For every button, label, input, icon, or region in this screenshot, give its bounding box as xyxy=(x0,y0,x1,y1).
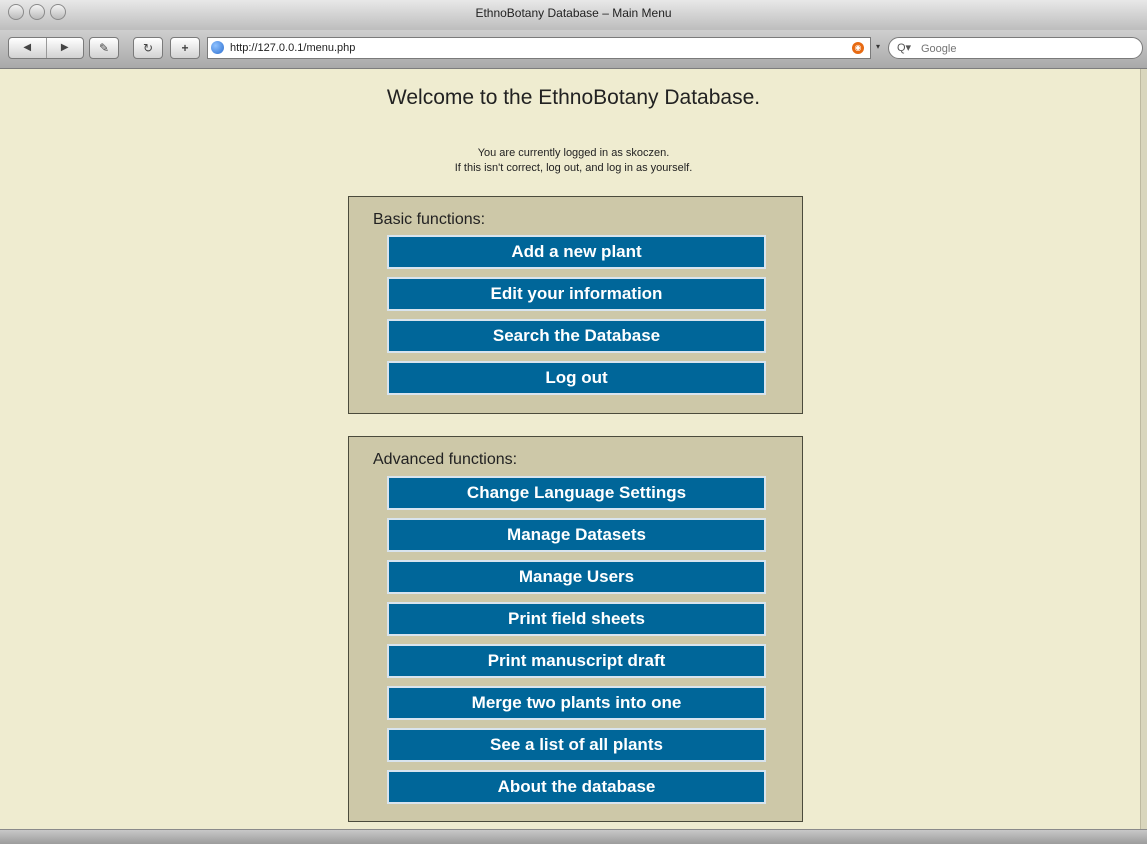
basic-functions-list: Add a new plant Edit your information Se… xyxy=(387,235,766,403)
search-box[interactable]: Q▾ xyxy=(888,37,1143,59)
logout-button[interactable]: Log out xyxy=(387,361,766,395)
language-settings-button[interactable]: Change Language Settings xyxy=(387,476,766,510)
print-manuscript-button[interactable]: Print manuscript draft xyxy=(387,644,766,678)
login-status: You are currently logged in as skoczen. … xyxy=(0,146,1147,176)
edit-info-button[interactable]: Edit your information xyxy=(387,277,766,311)
about-database-button[interactable]: About the database xyxy=(387,770,766,804)
basic-functions-label: Basic functions: xyxy=(373,211,486,228)
edit-bookmark-icon[interactable]: ✎ xyxy=(89,37,119,59)
advanced-functions-label: Advanced functions: xyxy=(373,451,518,468)
window-titlebar: EthnoBotany Database – Main Menu xyxy=(0,0,1147,31)
forward-arrow-icon[interactable]: ▶ xyxy=(47,38,84,58)
merge-plants-button[interactable]: Merge two plants into one xyxy=(387,686,766,720)
back-forward-buttons: ◀ ▶ xyxy=(8,37,84,59)
page-title: Welcome to the EthnoBotany Database. xyxy=(386,86,761,109)
window-title: EthnoBotany Database – Main Menu xyxy=(475,6,672,20)
add-plant-button[interactable]: Add a new plant xyxy=(387,235,766,269)
login-hint-line: If this isn't correct, log out, and log … xyxy=(454,162,693,174)
advanced-functions-list: Change Language Settings Manage Datasets… xyxy=(387,476,766,812)
window-bottom-bar xyxy=(0,829,1147,844)
list-all-plants-button[interactable]: See a list of all plants xyxy=(387,728,766,762)
manage-users-button[interactable]: Manage Users xyxy=(387,560,766,594)
globe-icon xyxy=(211,41,224,54)
search-input[interactable] xyxy=(919,40,1123,57)
advanced-functions-panel: Advanced functions: Change Language Sett… xyxy=(348,436,803,822)
back-arrow-icon[interactable]: ◀ xyxy=(9,38,47,58)
manage-datasets-button[interactable]: Manage Datasets xyxy=(387,518,766,552)
url-text[interactable]: http://127.0.0.1/menu.php xyxy=(230,38,355,58)
scrollbar[interactable] xyxy=(1140,69,1147,829)
browser-toolbar: ◀ ▶ ✎ ↻ + http://127.0.0.1/menu.php ◉ ▾ … xyxy=(0,30,1147,69)
reload-icon[interactable]: ↻ xyxy=(133,37,163,59)
search-database-button[interactable]: Search the Database xyxy=(387,319,766,353)
login-status-line: You are currently logged in as skoczen. xyxy=(477,147,670,159)
basic-functions-panel: Basic functions: Add a new plant Edit yo… xyxy=(348,196,803,414)
print-field-sheets-button[interactable]: Print field sheets xyxy=(387,602,766,636)
chevron-down-icon[interactable]: ▾ xyxy=(876,42,880,51)
rss-icon[interactable]: ◉ xyxy=(852,42,864,54)
address-bar[interactable]: http://127.0.0.1/menu.php ◉ xyxy=(207,37,871,59)
add-bookmark-icon[interactable]: + xyxy=(170,37,200,59)
search-icon[interactable]: Q▾ xyxy=(897,38,911,58)
